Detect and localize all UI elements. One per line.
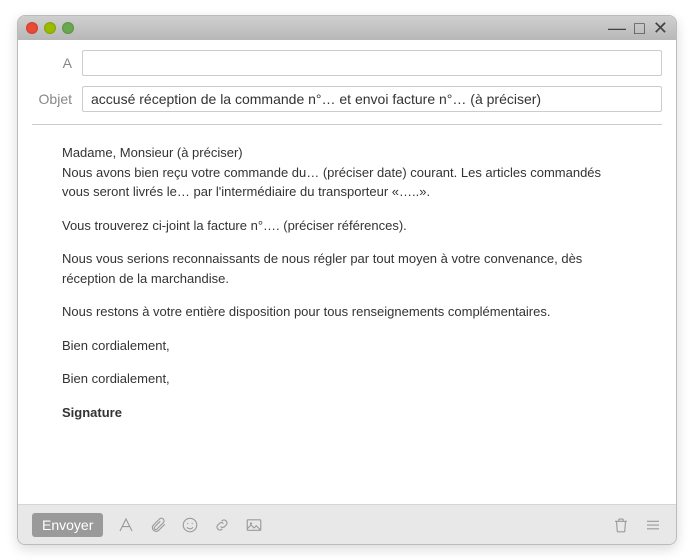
window-controls-right: — □ ✕ <box>608 19 668 37</box>
to-row: A <box>32 50 662 76</box>
compose-window: — □ ✕ A Objet Madame, Monsieur (à précis… <box>17 15 677 545</box>
body-paragraph: Nous vous serions reconnaissants de nous… <box>62 249 632 288</box>
body-paragraph: Nous restons à votre entière disposition… <box>62 302 632 322</box>
traffic-lights <box>26 22 74 34</box>
compose-toolbar: Envoyer <box>18 504 676 544</box>
send-button[interactable]: Envoyer <box>32 513 103 537</box>
to-input[interactable] <box>82 50 662 76</box>
maximize-icon[interactable]: □ <box>634 19 645 37</box>
menu-icon[interactable] <box>644 516 662 534</box>
image-icon[interactable] <box>245 516 263 534</box>
subject-input[interactable] <box>82 86 662 112</box>
body-paragraph: Madame, Monsieur (à préciser) Nous avons… <box>62 143 632 202</box>
body-closing: Bien cordialement, <box>62 336 632 356</box>
to-label: A <box>32 55 72 71</box>
message-body[interactable]: Madame, Monsieur (à préciser) Nous avons… <box>18 125 676 504</box>
minimize-window-button[interactable] <box>44 22 56 34</box>
trash-icon[interactable] <box>612 516 630 534</box>
close-icon[interactable]: ✕ <box>653 19 668 37</box>
subject-row: Objet <box>32 86 662 112</box>
font-format-icon[interactable] <box>117 516 135 534</box>
subject-label: Objet <box>32 91 72 107</box>
body-closing: Bien cordialement, <box>62 369 632 389</box>
body-paragraph: Vous trouverez ci-joint la facture n°…. … <box>62 216 632 236</box>
header-fields: A Objet <box>18 40 676 124</box>
minimize-icon[interactable]: — <box>608 19 626 37</box>
emoji-icon[interactable] <box>181 516 199 534</box>
attach-icon[interactable] <box>149 516 167 534</box>
titlebar: — □ ✕ <box>18 16 676 40</box>
link-icon[interactable] <box>213 516 231 534</box>
close-window-button[interactable] <box>26 22 38 34</box>
zoom-window-button[interactable] <box>62 22 74 34</box>
signature: Signature <box>62 403 632 423</box>
